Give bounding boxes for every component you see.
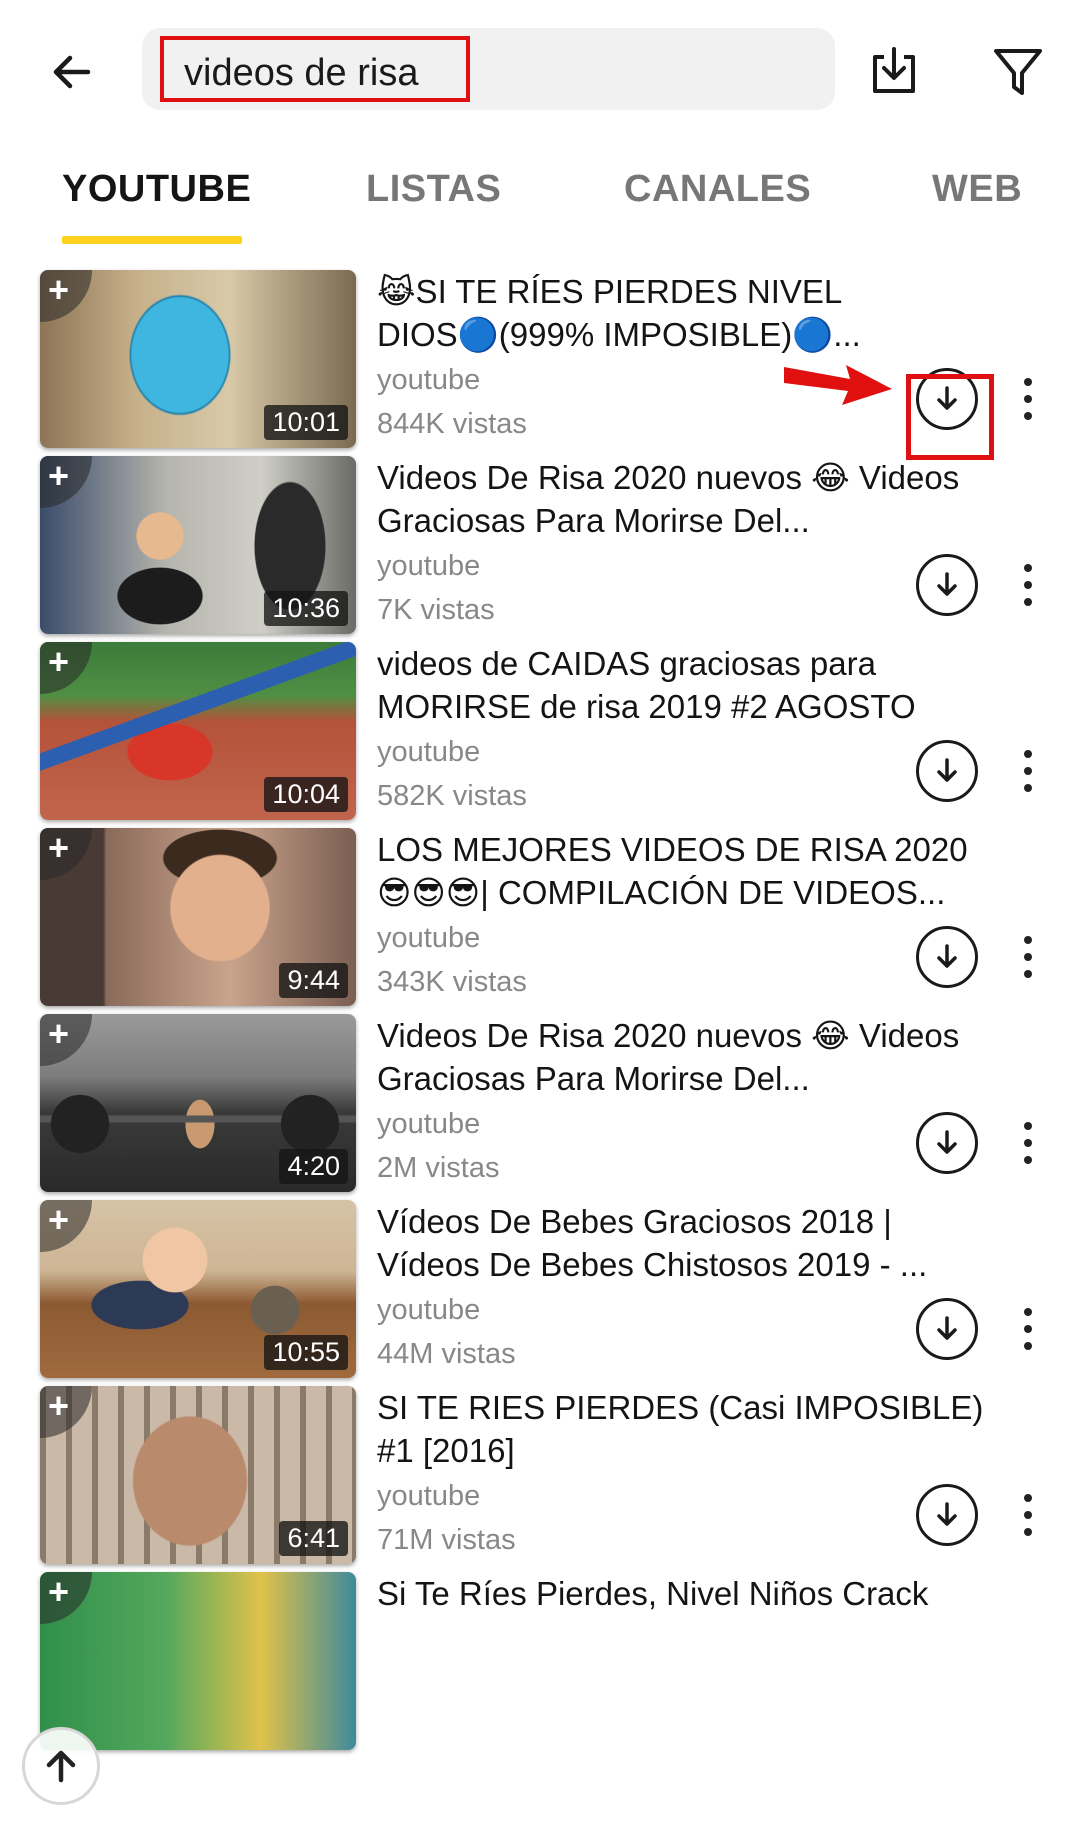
more-options-button[interactable] bbox=[1008, 1484, 1048, 1546]
more-vertical-icon bbox=[1024, 1494, 1032, 1502]
video-duration: 6:41 bbox=[279, 1521, 348, 1556]
tab-youtube[interactable]: YOUTUBE bbox=[62, 168, 251, 211]
video-row[interactable]: + 6:41 SI TE RIES PIERDES (Casi IMPOSIBL… bbox=[0, 1384, 1079, 1570]
video-thumbnail[interactable]: + 9:44 bbox=[40, 828, 356, 1006]
filter-button[interactable] bbox=[984, 38, 1052, 106]
tab-web[interactable]: WEB bbox=[932, 168, 1022, 211]
more-options-button[interactable] bbox=[1008, 1112, 1048, 1174]
more-options-button[interactable] bbox=[1008, 554, 1048, 616]
video-views: 582K vistas bbox=[377, 780, 527, 812]
video-source: youtube bbox=[377, 922, 481, 954]
tab-canales[interactable]: CANALES bbox=[624, 168, 811, 211]
top-bar: videos de risa bbox=[0, 0, 1079, 140]
video-duration: 10:04 bbox=[264, 777, 348, 812]
more-options-button[interactable] bbox=[1008, 926, 1048, 988]
video-source: youtube bbox=[377, 1480, 481, 1512]
download-manager-button[interactable] bbox=[860, 38, 928, 106]
video-title[interactable]: Videos De Risa 2020 nuevos 😂 Videos Grac… bbox=[377, 456, 987, 542]
download-button[interactable] bbox=[916, 926, 978, 988]
download-circle-icon bbox=[937, 1502, 957, 1526]
video-title[interactable]: Si Te Ríes Pierdes, Nivel Niños Crack bbox=[377, 1572, 987, 1615]
more-vertical-icon bbox=[1024, 378, 1032, 386]
more-vertical-icon bbox=[1024, 1122, 1032, 1130]
video-thumbnail[interactable]: + 4:20 bbox=[40, 1014, 356, 1192]
video-views: 7K vistas bbox=[377, 594, 495, 626]
download-tray-icon bbox=[873, 47, 915, 93]
video-duration: 10:36 bbox=[264, 591, 348, 626]
download-circle-icon bbox=[937, 1130, 957, 1154]
tab-listas[interactable]: LISTAS bbox=[366, 168, 501, 211]
video-views: 2M vistas bbox=[377, 1152, 500, 1184]
video-thumbnail[interactable]: + 6:41 bbox=[40, 1386, 356, 1564]
video-thumbnail[interactable]: + 10:36 bbox=[40, 456, 356, 634]
video-views: 44M vistas bbox=[377, 1338, 516, 1370]
video-source: youtube bbox=[377, 1108, 481, 1140]
video-title[interactable]: Vídeos De Bebes Graciosos 2018 | Vídeos … bbox=[377, 1200, 987, 1286]
video-title[interactable]: Videos De Risa 2020 nuevos 😂 Videos Grac… bbox=[377, 1014, 987, 1100]
download-circle-icon bbox=[937, 758, 957, 782]
result-tabs: YOUTUBE LISTAS CANALES WEB bbox=[0, 150, 1079, 250]
more-vertical-icon bbox=[1024, 750, 1032, 758]
video-duration: 4:20 bbox=[279, 1149, 348, 1184]
video-thumbnail[interactable]: + 10:01 bbox=[40, 270, 356, 448]
back-button[interactable] bbox=[40, 40, 104, 104]
video-thumbnail[interactable]: + bbox=[40, 1572, 356, 1750]
more-vertical-icon bbox=[1024, 936, 1032, 944]
video-thumbnail[interactable]: + 10:55 bbox=[40, 1200, 356, 1378]
active-tab-indicator bbox=[62, 236, 242, 244]
video-row[interactable]: + 10:04 videos de CAIDAS graciosas para … bbox=[0, 640, 1079, 826]
more-vertical-icon bbox=[1024, 1308, 1032, 1316]
annotation-arrow bbox=[784, 365, 892, 405]
video-source: youtube bbox=[377, 364, 481, 396]
scroll-to-top-button[interactable] bbox=[22, 1727, 100, 1805]
download-button[interactable] bbox=[916, 1298, 978, 1360]
annotation-highlight-box bbox=[906, 374, 994, 460]
video-title[interactable]: LOS MEJORES VIDEOS DE RISA 2020 😎😎😎| COM… bbox=[377, 828, 987, 914]
download-button[interactable] bbox=[916, 1484, 978, 1546]
video-row[interactable]: + Si Te Ríes Pierdes, Nivel Niños Crack bbox=[0, 1570, 1079, 1756]
video-duration: 10:01 bbox=[264, 405, 348, 440]
video-row[interactable]: + 9:44 LOS MEJORES VIDEOS DE RISA 2020 😎… bbox=[0, 826, 1079, 1012]
video-views: 844K vistas bbox=[377, 408, 527, 440]
video-title[interactable]: videos de CAIDAS graciosas para MORIRSE … bbox=[377, 642, 987, 728]
more-options-button[interactable] bbox=[1008, 740, 1048, 802]
search-input[interactable]: videos de risa bbox=[160, 36, 471, 102]
download-circle-icon bbox=[937, 944, 957, 968]
video-row[interactable]: + 10:55 Vídeos De Bebes Graciosos 2018 |… bbox=[0, 1198, 1079, 1384]
video-source: youtube bbox=[377, 550, 481, 582]
video-row[interactable]: + 4:20 Videos De Risa 2020 nuevos 😂 Vide… bbox=[0, 1012, 1079, 1198]
video-source: youtube bbox=[377, 1294, 481, 1326]
more-vertical-icon bbox=[1024, 564, 1032, 572]
video-views: 343K vistas bbox=[377, 966, 527, 998]
video-title[interactable]: 😹SI TE RÍES PIERDES NIVEL DIOS🔵(999% IMP… bbox=[377, 270, 987, 356]
arrow-left-icon bbox=[53, 55, 91, 89]
more-options-button[interactable] bbox=[1008, 368, 1048, 430]
download-circle-icon bbox=[937, 1316, 957, 1340]
more-options-button[interactable] bbox=[1008, 1298, 1048, 1360]
video-duration: 9:44 bbox=[279, 963, 348, 998]
arrow-up-icon bbox=[46, 1750, 76, 1783]
video-row[interactable]: + 10:36 Videos De Risa 2020 nuevos 😂 Vid… bbox=[0, 454, 1079, 640]
video-duration: 10:55 bbox=[264, 1335, 348, 1370]
video-source: youtube bbox=[377, 736, 481, 768]
filter-funnel-icon bbox=[994, 49, 1042, 95]
video-views: 71M vistas bbox=[377, 1524, 516, 1556]
video-title[interactable]: SI TE RIES PIERDES (Casi IMPOSIBLE) #1 [… bbox=[377, 1386, 987, 1472]
download-button[interactable] bbox=[916, 740, 978, 802]
download-button[interactable] bbox=[916, 554, 978, 616]
video-thumbnail[interactable]: + 10:04 bbox=[40, 642, 356, 820]
download-circle-icon bbox=[937, 572, 957, 596]
search-bar[interactable]: videos de risa bbox=[142, 28, 835, 110]
download-button[interactable] bbox=[916, 1112, 978, 1174]
